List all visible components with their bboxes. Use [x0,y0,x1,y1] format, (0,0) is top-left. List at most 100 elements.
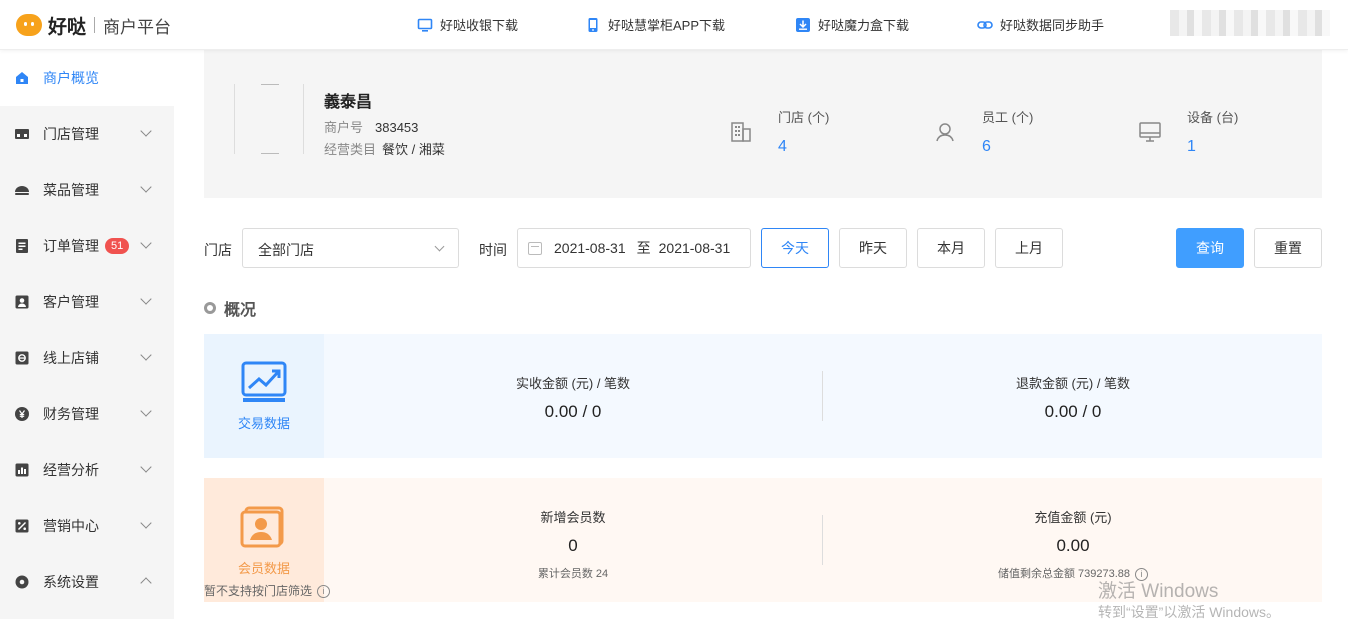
sidebar-item-label: 经营分析 [43,462,99,478]
store-select-value: 全部门店 [258,242,314,258]
chevron-down-icon [140,517,152,529]
refund-label: 退款金额 (元) / 笔数 [1015,376,1131,391]
chevron-up-icon [140,577,152,589]
today-button[interactable]: 今天 [761,228,829,268]
stat-employees-value[interactable]: 6 [982,138,1033,156]
stat-devices-label: 设备 (台) [1187,110,1239,125]
member-filter-note-text: 暂不支持按门店筛选 [204,584,313,598]
recharge-metric: 充值金额 (元) 0.00 储值剩余总金额 739273.88 i [824,507,1322,581]
received-label: 实收金额 (元) / 笔数 [515,376,631,391]
sync-assistant-link[interactable]: 好哒数据同步助手 [977,15,1104,34]
stat-devices: 设备 (台) 1 [1187,107,1238,156]
download-app-label: 好哒慧掌柜APP下载 [608,18,726,33]
panel-divider [822,371,823,421]
building-icon [731,122,751,142]
user-info-blurred[interactable] [1170,10,1330,36]
download-box-label: 好哒魔力盒下载 [818,18,910,33]
home-icon [16,72,28,84]
sidebar-item-settings[interactable]: 系统设置 [0,554,174,610]
new-members-value: 0 [568,536,578,555]
monitor-icon [417,18,433,32]
platform-name: 商户平台 [103,17,172,37]
recharge-value: 0.00 [1056,536,1090,555]
refund-value: 0.00 / 0 [1044,402,1102,421]
store-icon [15,129,29,139]
logo-divider [94,17,96,33]
balance-row: 储值剩余总金额 739273.88 i [824,565,1322,581]
recharge-label: 充值金额 (元) [1034,510,1112,525]
date-start[interactable]: 2021-08-31 [554,240,626,256]
person-icon [936,123,954,142]
sidebar-item-marketing[interactable]: 营销中心 [0,498,174,554]
overview-title-text: 概况 [224,302,257,319]
last-month-button[interactable]: 上月 [995,228,1063,268]
sidebar-item-analytics[interactable]: 经营分析 [0,442,174,498]
order-count-badge: 51 [105,238,130,254]
sidebar-item-label: 财务管理 [43,406,99,422]
sidebar-item-dishes[interactable]: 菜品管理 [0,162,174,218]
online-shop-icon [15,351,29,365]
store-select[interactable]: 全部门店 [242,228,459,268]
stat-stores-value[interactable]: 4 [778,138,829,156]
merchant-category-label: 经营类目 [324,142,377,157]
windows-activation-hint: 转到“设置”以激活 Windows。 [1098,604,1281,620]
yesterday-button[interactable]: 昨天 [839,228,907,268]
transaction-tag: 交易数据 [204,334,324,458]
chevron-down-icon [140,405,152,417]
sidebar-item-finance[interactable]: 财务管理 [0,386,174,442]
date-range-picker[interactable]: 2021-08-31 至 2021-08-31 [517,228,751,268]
sidebar-item-customers[interactable]: 客户管理 [0,274,174,330]
date-end[interactable]: 2021-08-31 [659,240,731,256]
sidebar-item-stores[interactable]: 门店管理 [0,106,174,162]
member-card-icon [240,506,284,547]
gear-icon [15,575,29,589]
store-filter-label: 门店 [204,242,232,258]
link-icon [977,20,993,29]
merchant-category-row: 经营类目 餐饮 / 湘菜 [324,139,445,158]
total-members-text: 累计会员数 24 [537,568,609,580]
stat-devices-value[interactable]: 1 [1187,138,1238,156]
sidebar-item-label: 线上店铺 [43,350,99,366]
this-month-button[interactable]: 本月 [917,228,985,268]
new-members-label: 新增会员数 [540,510,606,525]
download-pos-label: 好哒收银下载 [440,18,519,33]
section-dot-icon [204,302,216,314]
order-icon [16,239,28,253]
time-filter-label: 时间 [479,242,507,258]
dish-icon [15,186,29,195]
bar-chart-icon [15,463,29,477]
member-filter-note: 暂不支持按门店筛选 i [204,582,331,599]
sidebar-item-online-shop[interactable]: 线上店铺 [0,330,174,386]
chevron-down-icon [140,293,152,305]
top-bar: 好哒 商户平台 好哒收银下载 好哒慧掌柜APP下载 好哒魔力盒下载 好哒数据同步… [0,0,1348,50]
logo[interactable]: 好哒 商户平台 [16,12,171,38]
brand-name: 好哒 [48,16,87,38]
chevron-down-icon [434,241,445,252]
download-app-link[interactable]: 好哒慧掌柜APP下载 [585,15,725,34]
received-metric: 实收金额 (元) / 笔数 0.00 / 0 [324,373,822,422]
query-button[interactable]: 查询 [1176,228,1244,268]
sidebar-item-label: 菜品管理 [43,182,99,198]
chevron-down-icon [140,349,152,361]
info-icon[interactable]: i [317,585,331,599]
chevron-down-icon [140,237,152,249]
sidebar-item-label: 订单管理 [43,238,99,254]
reset-button[interactable]: 重置 [1254,228,1322,268]
sidebar-item-overview[interactable]: 商户概览 [0,50,174,106]
stat-stores: 门店 (个) 4 [778,107,829,156]
stat-employees-label: 员工 (个) [982,110,1034,125]
sidebar-item-label: 门店管理 [43,126,99,142]
customer-icon [15,295,29,309]
chevron-down-icon [140,181,152,193]
new-members-metric: 新增会员数 0 累计会员数 24 [324,507,822,581]
download-box-link[interactable]: 好哒魔力盒下载 [795,15,909,34]
stat-stores-label: 门店 (个) [778,110,830,125]
sidebar-item-orders[interactable]: 订单管理 51 [0,218,174,274]
merchant-avatar [234,84,304,154]
download-pos-link[interactable]: 好哒收银下载 [417,15,518,34]
calendar-icon [528,241,542,255]
download-icon [796,17,810,32]
panel-divider [822,515,823,565]
transaction-panel: 交易数据 实收金额 (元) / 笔数 0.00 / 0 退款金额 (元) / 笔… [204,334,1322,458]
device-icon [1139,122,1161,142]
